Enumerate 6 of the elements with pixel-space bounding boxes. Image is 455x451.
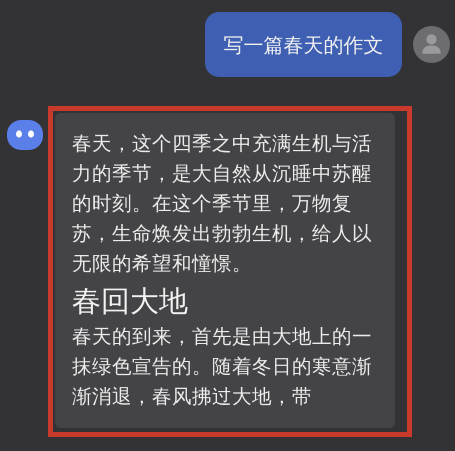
user-message-bubble: 写一篇春天的作文 — [205, 12, 402, 77]
user-avatar-icon — [413, 26, 450, 63]
bot-avatar-icon — [7, 120, 43, 150]
paragraph: 春天的到来，首先是由大地上的一抹绿色宣告的。随着冬日的寒意渐渐消退，春风拂过大地，带 — [72, 324, 373, 410]
section-heading: 春回大地 — [72, 283, 189, 320]
paragraph: 春天，这个四季之中充满生机与活力的季节，是大自然从沉睡中苏醒的时刻。在这个季节里，万物复苏，生命焕发出勃勃生机，给人以无限的希望和憧憬。 — [72, 131, 373, 277]
